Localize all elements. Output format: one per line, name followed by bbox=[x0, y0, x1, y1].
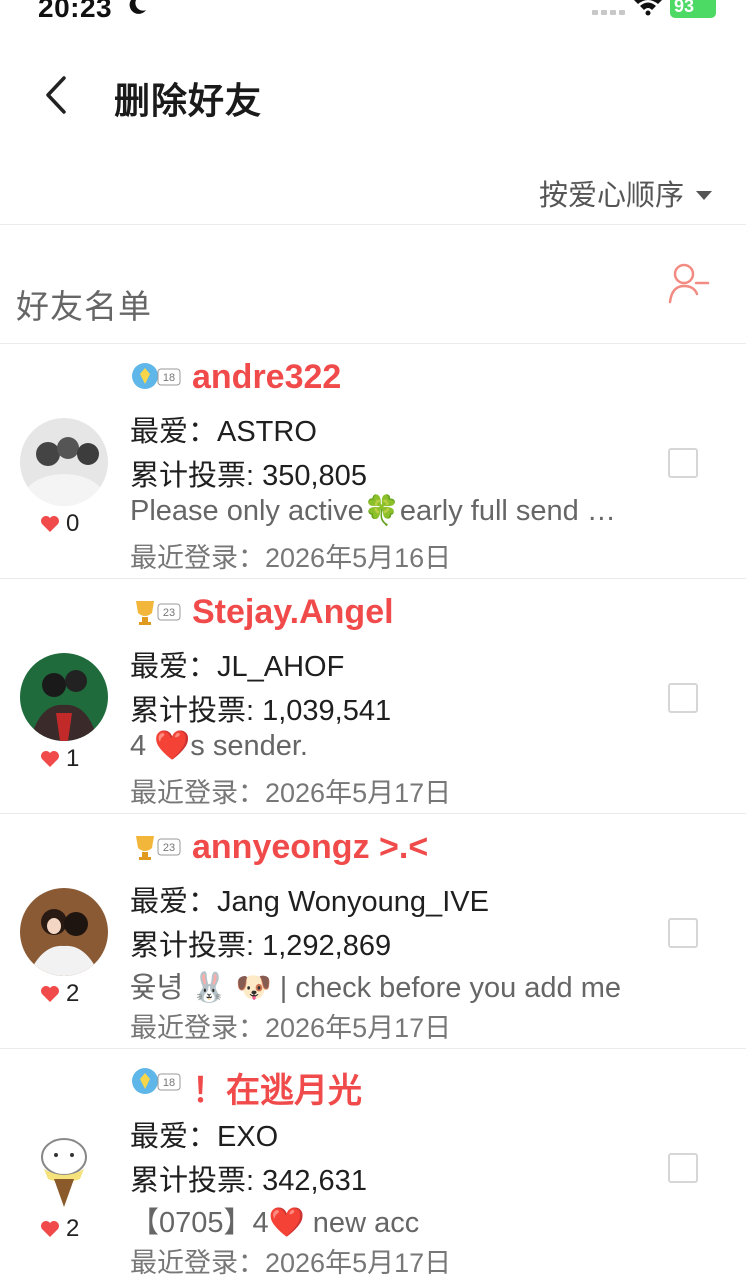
page-title: 删除好友 bbox=[114, 80, 263, 121]
back-button[interactable] bbox=[36, 72, 76, 118]
avatar[interactable] bbox=[20, 1123, 108, 1211]
last-login: 最近登录：2026年5月17日 bbox=[130, 778, 452, 808]
heart-count-value: 2 bbox=[66, 980, 80, 1007]
friend-bio: Please only active🍀early full send gifts bbox=[130, 495, 630, 527]
favorite-artist: 最爱：ASTRO bbox=[130, 416, 317, 448]
friend-bio: 4 ❤️s sender. bbox=[130, 730, 308, 762]
friend-row[interactable]: 2 18 ！在逃月光 最爱：EXO 累计投票: 342,631 【0705】4❤… bbox=[0, 1049, 746, 1280]
remove-friend-button[interactable] bbox=[668, 262, 712, 308]
heart-count: 1 bbox=[40, 745, 79, 773]
heart-icon bbox=[41, 986, 59, 1002]
avatar[interactable] bbox=[20, 653, 108, 741]
level-badge-icon: 18 bbox=[132, 1068, 181, 1094]
heart-count-value: 1 bbox=[66, 745, 80, 772]
wifi-icon bbox=[634, 0, 662, 16]
avatar[interactable] bbox=[20, 418, 108, 506]
last-login: 最近登录：2026年5月17日 bbox=[130, 1248, 452, 1278]
favorite-artist: 最爱：JL_AHOF bbox=[130, 651, 345, 683]
svg-text:18: 18 bbox=[163, 1077, 175, 1089]
friend-nickname: ！在逃月光 bbox=[192, 1072, 362, 1110]
battery-indicator: 93 bbox=[670, 0, 716, 18]
status-bar: 20:23 93 bbox=[0, 0, 746, 23]
heart-icon bbox=[41, 1221, 59, 1237]
moon-icon bbox=[129, 0, 146, 14]
friend-nickname: andre322 bbox=[192, 358, 342, 396]
friend-row[interactable]: 1 23 Stejay.Angel 最爱：JL_AHOF 累计投票: 1,039… bbox=[0, 579, 746, 814]
friend-nickname: Stejay.Angel bbox=[192, 593, 394, 631]
heart-icon bbox=[41, 751, 59, 767]
friend-bio: 윶녕 🐰 🐶 | check before you add me bbox=[130, 972, 621, 1004]
avatar[interactable] bbox=[20, 888, 108, 976]
last-login: 最近登录：2026年5月16日 bbox=[130, 543, 452, 573]
select-checkbox[interactable] bbox=[668, 448, 698, 478]
favorite-artist: 最爱：Jang Wonyoung_IVE bbox=[130, 886, 489, 918]
heart-icon bbox=[41, 516, 59, 532]
last-login: 最近登录：2026年5月17日 bbox=[130, 1013, 452, 1043]
total-votes: 累计投票: 342,631 bbox=[130, 1165, 367, 1197]
heart-count-value: 2 bbox=[66, 1215, 80, 1242]
friend-row[interactable]: 0 18 andre322 最爱：ASTRO 累计投票: 350,805 Ple… bbox=[0, 344, 746, 579]
heart-count: 0 bbox=[40, 510, 79, 538]
friend-list: 0 18 andre322 最爱：ASTRO 累计投票: 350,805 Ple… bbox=[0, 344, 746, 1280]
trophy-badge-icon: 23 bbox=[136, 836, 181, 860]
sort-label: 按爱心顺序 bbox=[538, 180, 684, 212]
level-badge-icon: 18 bbox=[132, 363, 181, 389]
divider bbox=[0, 224, 746, 225]
svg-text:23: 23 bbox=[163, 607, 175, 619]
heart-count-value: 0 bbox=[66, 510, 80, 537]
sort-dropdown[interactable]: 按爱心顺序 bbox=[539, 172, 712, 214]
heart-count: 2 bbox=[40, 1215, 79, 1243]
total-votes: 累计投票: 1,292,869 bbox=[130, 930, 392, 962]
trophy-badge-icon: 23 bbox=[136, 601, 181, 625]
section-title: 好友名单 bbox=[16, 288, 152, 325]
total-votes: 累计投票: 350,805 bbox=[130, 460, 367, 492]
friend-bio: 【0705】4❤️ new acc bbox=[130, 1207, 420, 1239]
caret-down-icon bbox=[696, 190, 712, 200]
select-checkbox[interactable] bbox=[668, 1153, 698, 1183]
svg-text:23: 23 bbox=[163, 842, 175, 854]
chevron-left-icon bbox=[46, 76, 66, 114]
friend-row[interactable]: 2 23 annyeongz >.< 最爱：Jang Wonyoung_IVE … bbox=[0, 814, 746, 1049]
svg-text:18: 18 bbox=[163, 372, 175, 384]
remove-user-icon bbox=[668, 263, 710, 304]
friend-nickname: annyeongz >.< bbox=[192, 828, 429, 866]
signal-icon bbox=[592, 10, 625, 15]
favorite-artist: 最爱：EXO bbox=[130, 1121, 279, 1153]
select-checkbox[interactable] bbox=[668, 683, 698, 713]
heart-count: 2 bbox=[40, 980, 79, 1008]
total-votes: 累计投票: 1,039,541 bbox=[130, 695, 392, 727]
select-checkbox[interactable] bbox=[668, 918, 698, 948]
battery-level: 93 bbox=[674, 0, 695, 16]
status-time: 20:23 bbox=[38, 0, 113, 23]
